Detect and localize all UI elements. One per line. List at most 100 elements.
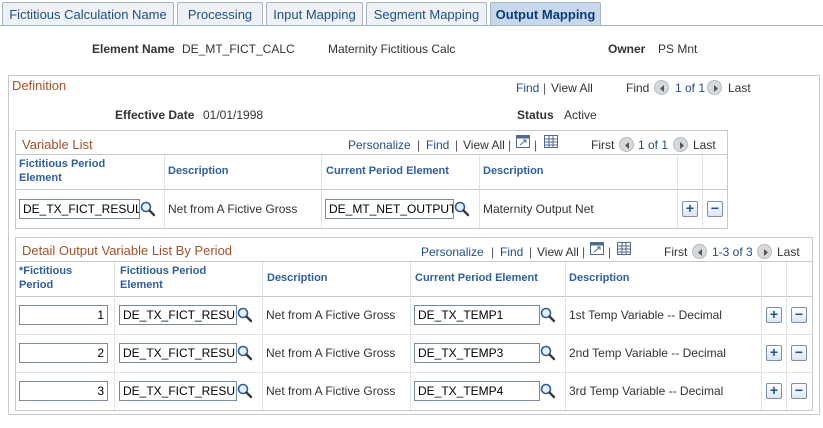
detail-list-counter: 1-3 of 3	[712, 245, 753, 259]
variable-list-first: First	[591, 138, 615, 152]
grid-line	[677, 155, 678, 228]
grid-line	[565, 262, 566, 410]
lookup-search-icon[interactable]	[140, 201, 156, 217]
definition-prev-arrow[interactable]	[654, 80, 669, 95]
arrow-left-icon	[625, 142, 629, 149]
definition-counter: 1 of 1	[675, 81, 706, 95]
fict-period-input[interactable]: 2	[19, 343, 108, 363]
detail-list-view-all-link[interactable]: View All	[537, 245, 579, 259]
download-grid-icon[interactable]	[544, 135, 558, 148]
tab-processing[interactable]: Processing	[177, 2, 263, 25]
column-header-description: Description	[569, 272, 630, 284]
variable-list-title: Variable List	[22, 137, 93, 152]
lookup-search-icon[interactable]	[540, 383, 556, 399]
definition-next-arrow[interactable]	[707, 80, 722, 95]
tab-output-mapping[interactable]: Output Mapping	[490, 2, 601, 25]
current-period-element-input[interactable]: DE_TX_TEMP3	[414, 343, 540, 363]
fict-period-input[interactable]: 3	[19, 381, 108, 401]
add-row-button[interactable]: +	[682, 201, 698, 217]
definition-last: Last	[728, 81, 751, 95]
tab-input-mapping[interactable]: Input Mapping	[266, 2, 363, 25]
tab-label: Processing	[187, 6, 253, 22]
download-grid-icon[interactable]	[617, 242, 631, 255]
grid-line	[15, 154, 728, 155]
current-period-element-input[interactable]: DE_MT_NET_OUTPUT	[325, 199, 454, 219]
separator: |	[491, 245, 495, 259]
detail-list-title: Detail Output Variable List By Period	[22, 243, 233, 258]
grid-line	[479, 155, 480, 228]
fict-period-element-input[interactable]: DE_TX_FICT_RESUI	[119, 381, 237, 401]
element-name-value: DE_MT_FICT_CALC	[182, 42, 295, 56]
delete-row-button[interactable]: −	[791, 383, 807, 399]
current-description: 1st Temp Variable -- Decimal	[569, 308, 722, 322]
fict-description: Net from A Fictive Gross	[168, 202, 298, 216]
variable-list-personalize-link[interactable]: Personalize	[348, 138, 411, 152]
delete-row-button[interactable]: −	[707, 201, 723, 217]
owner-value: PS Mnt	[658, 42, 698, 56]
detail-list-next-arrow[interactable]	[757, 244, 772, 259]
lookup-search-icon[interactable]	[540, 345, 556, 361]
zoom-grid-icon[interactable]	[590, 242, 604, 255]
grid-line	[262, 262, 263, 410]
variable-list-counter: 1 of 1	[638, 138, 669, 152]
zoom-grid-icon[interactable]	[516, 135, 530, 148]
current-period-element-input[interactable]: DE_TX_TEMP1	[414, 305, 540, 325]
tab-fictitious-calculation-name[interactable]: Fictitious Calculation Name	[2, 2, 174, 25]
fict-period-input[interactable]: 1	[19, 305, 108, 325]
add-row-button[interactable]: +	[766, 345, 782, 361]
column-header-fict-element: Fictitious Period Element	[19, 158, 106, 184]
tab-label: Input Mapping	[273, 6, 356, 22]
tab-segment-mapping[interactable]: Segment Mapping	[366, 2, 487, 25]
separator: |	[582, 245, 586, 259]
separator: |	[608, 245, 612, 259]
variable-list-next-arrow[interactable]	[673, 137, 688, 152]
detail-list-first: First	[664, 245, 688, 259]
add-row-button[interactable]: +	[766, 307, 782, 323]
element-name-label: Element Name	[92, 42, 175, 56]
detail-list-prev-arrow[interactable]	[692, 244, 707, 259]
current-description: 2nd Temp Variable -- Decimal	[569, 346, 726, 360]
grid-line	[761, 262, 762, 410]
separator: |	[455, 138, 459, 152]
variable-list-view-all-link[interactable]: View All	[463, 138, 505, 152]
lookup-search-icon[interactable]	[454, 201, 470, 217]
separator: |	[417, 138, 421, 152]
column-header-fict-period: *Fictitious Period	[19, 265, 73, 291]
grid-line	[164, 155, 165, 228]
separator: |	[529, 245, 533, 259]
tab-label: Segment Mapping	[373, 6, 480, 22]
grid-line	[321, 155, 322, 228]
fict-period-element-input[interactable]: DE_TX_FICT_RESUI	[119, 305, 237, 325]
arrow-right-icon	[764, 249, 768, 256]
detail-list-find-link[interactable]: Find	[500, 245, 523, 259]
definition-title: Definition	[12, 78, 67, 93]
add-row-button[interactable]: +	[766, 383, 782, 399]
effective-date-value: 01/01/1998	[203, 108, 264, 122]
column-header-current-element: Current Period Element	[326, 165, 449, 177]
fict-period-element-input[interactable]: DE_TX_FICT_RESUI	[119, 343, 237, 363]
delete-row-button[interactable]: −	[791, 345, 807, 361]
current-period-element-input[interactable]: DE_TX_TEMP4	[414, 381, 540, 401]
fict-description: Net from A Fictive Gross	[266, 308, 396, 322]
variable-list-prev-arrow[interactable]	[619, 137, 634, 152]
column-header-current-element: Current Period Element	[415, 272, 538, 284]
definition-find-link[interactable]: Find	[516, 81, 539, 95]
tab-label: Fictitious Calculation Name	[9, 6, 167, 22]
arrow-right-icon	[714, 85, 718, 92]
lookup-search-icon[interactable]	[237, 383, 253, 399]
delete-row-button[interactable]: −	[791, 307, 807, 323]
definition-view-all-link[interactable]: View All	[551, 81, 593, 95]
fict-description: Net from A Fictive Gross	[266, 384, 396, 398]
fict-period-element-input[interactable]: DE_TX_FICT_RESUL	[19, 199, 140, 219]
grid-line	[786, 262, 787, 410]
variable-list-last: Last	[693, 138, 716, 152]
lookup-search-icon[interactable]	[237, 345, 253, 361]
lookup-search-icon[interactable]	[540, 307, 556, 323]
lookup-search-icon[interactable]	[237, 307, 253, 323]
grid-line	[15, 261, 813, 262]
separator: |	[534, 138, 538, 152]
grid-line	[410, 262, 411, 410]
variable-list-find-link[interactable]: Find	[426, 138, 449, 152]
separator: |	[508, 138, 512, 152]
detail-list-personalize-link[interactable]: Personalize	[421, 245, 484, 259]
